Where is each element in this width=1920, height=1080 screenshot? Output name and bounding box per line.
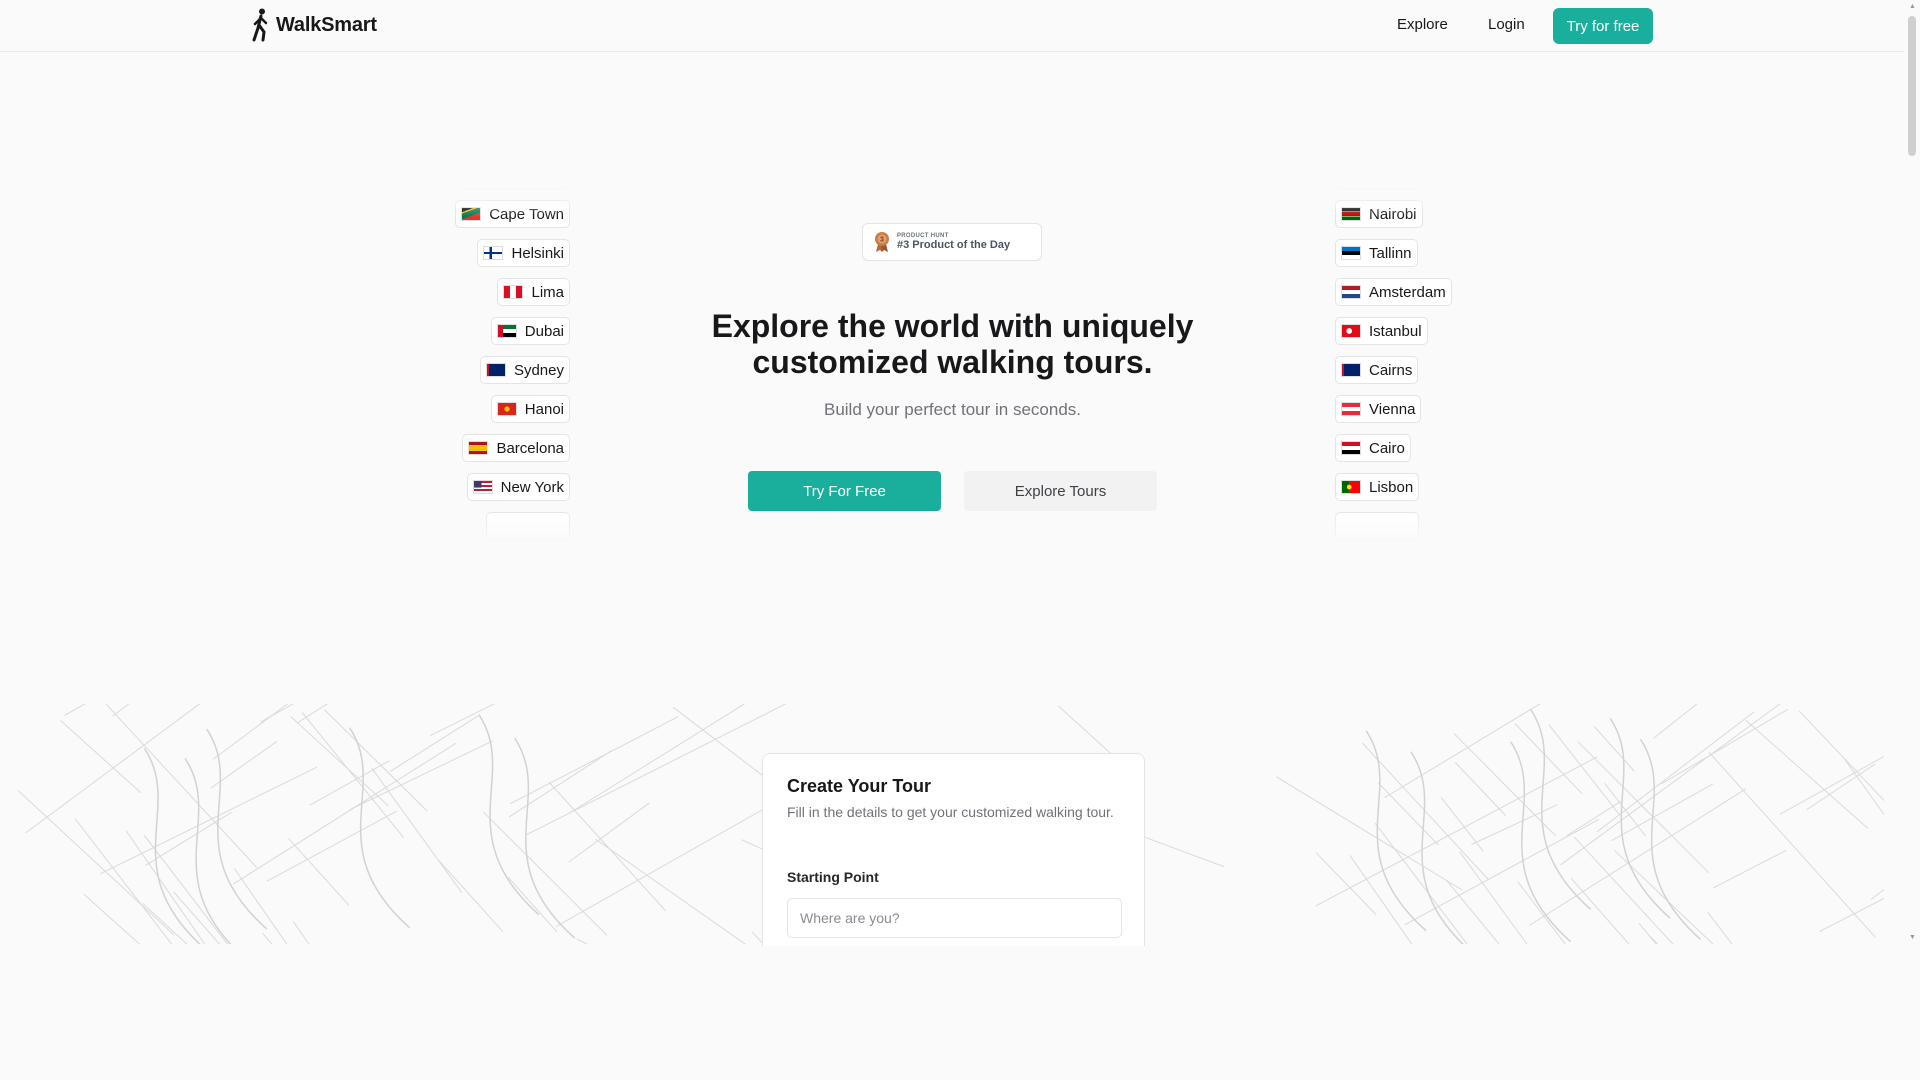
starting-point-label: Starting Point <box>787 869 879 885</box>
city-chip-label: Lima <box>531 283 564 301</box>
city-list-right: Brasilia Nairobi Tallinn Amsterdam Istanbul C… <box>1335 183 1565 543</box>
hero-subtitle: Build your perfect tour in seconds. <box>823 400 1082 419</box>
nav-explore-link[interactable]: Explore <box>1397 16 1448 33</box>
netherlands-flag-icon <box>1341 285 1361 299</box>
estonia-flag-icon <box>1341 246 1361 260</box>
city-chip-label: Brasilia <box>1369 183 1418 184</box>
portugal-flag-icon <box>1341 480 1361 494</box>
city-chip-label: Cartagena <box>494 183 564 184</box>
city-chip-istanbul[interactable]: Istanbul <box>1335 317 1428 345</box>
australia-flag-icon <box>485 363 506 377</box>
uae-flag-icon <box>496 324 517 338</box>
city-chip-hanoi[interactable]: Hanoi <box>490 395 570 423</box>
city-chip-sydney[interactable]: Sydney <box>479 356 570 384</box>
city-chip-partial[interactable] <box>1335 512 1419 540</box>
city-chip-vienna[interactable]: Vienna <box>1335 395 1422 423</box>
city-chip-cape-town[interactable]: Cape Town <box>455 200 570 228</box>
svg-text:3: 3 <box>880 237 884 244</box>
city-chip-dubai[interactable]: Dubai <box>490 317 570 345</box>
hero-title: Explore the world with uniquely customiz… <box>711 308 1194 380</box>
city-chip-cartagena[interactable]: Cartagena <box>459 183 570 189</box>
try-for-free-nav-button[interactable]: Try for free <box>1553 8 1653 44</box>
city-chip-label: Cairns <box>1369 361 1413 379</box>
usa-flag-icon <box>472 480 493 494</box>
peru-flag-icon <box>503 285 524 299</box>
south-africa-flag-icon <box>461 207 482 221</box>
city-chip-label: Amsterdam <box>1369 283 1446 301</box>
city-chip-label: Cape Town <box>489 205 564 223</box>
city-list-left: Cartagena Cape Town Helsinki Lima Dubai Sydne… <box>340 183 570 543</box>
vietnam-flag-icon <box>496 402 517 416</box>
finland-flag-icon <box>483 246 504 260</box>
kenya-flag-icon <box>1341 207 1361 221</box>
city-chip-label: Dubai <box>524 322 564 340</box>
city-chip-new-york[interactable]: New York <box>466 473 570 501</box>
city-chip-label: Lisbon <box>1369 478 1414 496</box>
scroll-up-arrow-icon[interactable]: ▲ <box>1909 3 1916 10</box>
city-chip-label: Istanbul <box>1369 322 1422 340</box>
city-chip-amsterdam[interactable]: Amsterdam <box>1335 278 1452 306</box>
city-chip-nairobi[interactable]: Nairobi <box>1335 200 1423 228</box>
explore-tours-button[interactable]: Explore Tours <box>964 471 1157 511</box>
austria-flag-icon <box>1341 402 1361 416</box>
city-chip-label: Barcelona <box>496 439 564 457</box>
create-tour-description: Fill in the details to get your customiz… <box>787 804 1114 820</box>
walker-icon <box>252 8 268 42</box>
city-chip-partial[interactable] <box>486 512 570 540</box>
city-chip-lisbon[interactable]: Lisbon <box>1335 473 1420 501</box>
city-chip-label: New York <box>500 478 564 496</box>
try-for-free-button[interactable]: Try For Free <box>748 471 941 511</box>
brand-logo[interactable]: WalkSmart <box>250 8 377 42</box>
egypt-flag-icon <box>1341 441 1361 455</box>
city-chip-barcelona[interactable]: Barcelona <box>462 434 570 462</box>
city-chip-tallinn[interactable]: Tallinn <box>1335 239 1418 267</box>
scroll-thumb[interactable] <box>1908 16 1916 156</box>
spain-flag-icon <box>468 441 489 455</box>
city-chip-label: Sydney <box>513 361 564 379</box>
city-chip-label: Helsinki <box>511 244 564 262</box>
brand-name: WalkSmart <box>276 13 377 36</box>
scroll-down-arrow-icon[interactable]: ▼ <box>1909 934 1916 941</box>
city-chip-helsinki[interactable]: Helsinki <box>477 239 570 267</box>
nav-login-link[interactable]: Login <box>1488 16 1525 33</box>
product-hunt-badge[interactable]: 3 PRODUCT HUNT #3 Product of the Day <box>862 223 1042 261</box>
city-chip-label: Tallinn <box>1369 244 1412 262</box>
city-chip-label: Cairo <box>1369 439 1405 457</box>
top-navbar: WalkSmart Explore Login Try for free <box>0 0 1904 52</box>
create-tour-title: Create Your Tour <box>787 776 932 796</box>
city-chip-label: Vienna <box>1369 400 1416 418</box>
medal-icon: 3 <box>875 232 889 252</box>
city-chip-brasilia[interactable]: Brasilia <box>1335 183 1425 189</box>
badge-title: #3 Product of the Day <box>897 239 1011 251</box>
city-chip-lima[interactable]: Lima <box>497 278 570 306</box>
city-chip-label: Hanoi <box>524 400 564 418</box>
city-chip-cairo[interactable]: Cairo <box>1335 434 1411 462</box>
starting-point-input[interactable] <box>787 898 1122 938</box>
page-scrollbar[interactable]: ▲ ▼ <box>1904 0 1920 1080</box>
city-chip-cairns[interactable]: Cairns <box>1335 356 1419 384</box>
australia-flag-icon <box>1341 363 1361 377</box>
create-tour-card: Create Your Tour Fill in the details to … <box>762 753 1145 946</box>
city-chip-label: Nairobi <box>1369 205 1417 223</box>
turkey-flag-icon <box>1341 324 1361 338</box>
